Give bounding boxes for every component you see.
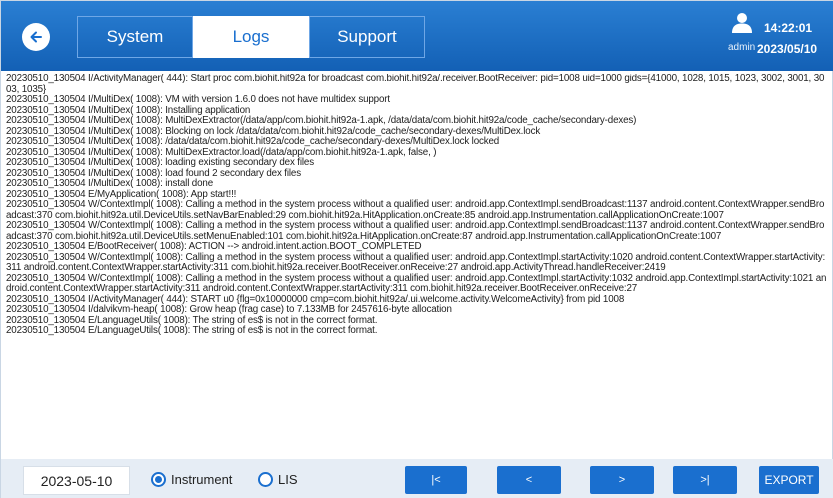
radio-instrument[interactable]: Instrument (151, 472, 232, 487)
date-picker[interactable]: 2023-05-10 (23, 466, 130, 495)
tab-logs[interactable]: Logs (193, 16, 309, 58)
user-name: admin (728, 42, 756, 53)
arrow-left-icon (30, 31, 42, 43)
next-page-button[interactable]: > (590, 466, 654, 494)
log-line: 20230510_130504 I/MultiDex( 1008): Multi… (6, 115, 637, 126)
log-line: 20230510_130504 W/ContextImpl( 1008): Ca… (6, 272, 827, 294)
log-line: 20230510_130504 I/MultiDex( 1008): VM wi… (6, 94, 390, 105)
user-icon (732, 13, 752, 33)
log-line: 20230510_130504 I/MultiDex( 1008): loadi… (6, 157, 314, 168)
back-button[interactable] (22, 23, 50, 51)
log-viewer[interactable]: 20230510_130504 I/ActivityManager( 444):… (6, 74, 829, 452)
export-button[interactable]: EXPORT (759, 466, 819, 494)
tab-system[interactable]: System (77, 16, 193, 58)
last-page-button[interactable]: >| (673, 466, 737, 494)
radio-checked-icon (151, 472, 166, 487)
log-line: 20230510_130504 E/BootReceiver( 1008): A… (6, 241, 422, 252)
radio-instrument-label: Instrument (171, 472, 233, 487)
header-bar: System Logs Support admin 14:22:01 2023/… (1, 1, 833, 71)
user-avatar[interactable] (729, 11, 755, 33)
tab-support[interactable]: Support (309, 16, 425, 58)
log-line: 20230510_130504 I/MultiDex( 1008): insta… (6, 178, 213, 189)
app-window: System Logs Support admin 14:22:01 2023/… (0, 0, 833, 498)
clock-date: 2023/05/10 (757, 42, 818, 56)
log-line: 20230510_130504 W/ContextImpl( 1008): Ca… (6, 199, 825, 221)
log-line: 20230510_130504 W/ContextImpl( 1008): Ca… (6, 220, 825, 242)
radio-lis-label: LIS (278, 472, 298, 487)
log-line: 20230510_130504 I/dalvikvm-heap( 1008): … (6, 304, 452, 315)
log-line: 20230510_130504 I/MultiDex( 1008): /data… (6, 136, 500, 147)
previous-page-button[interactable]: < (497, 466, 561, 494)
first-page-button[interactable]: |< (405, 466, 467, 494)
radio-lis[interactable]: LIS (258, 472, 298, 487)
radio-unchecked-icon (258, 472, 273, 487)
log-line: 20230510_130504 E/LanguageUtils( 1008): … (6, 325, 378, 336)
log-line: 20230510_130504 W/ContextImpl( 1008): Ca… (6, 251, 826, 273)
clock-time: 14:22:01 (764, 21, 813, 35)
log-line: 20230510_130504 I/ActivityManager( 444):… (6, 74, 825, 95)
